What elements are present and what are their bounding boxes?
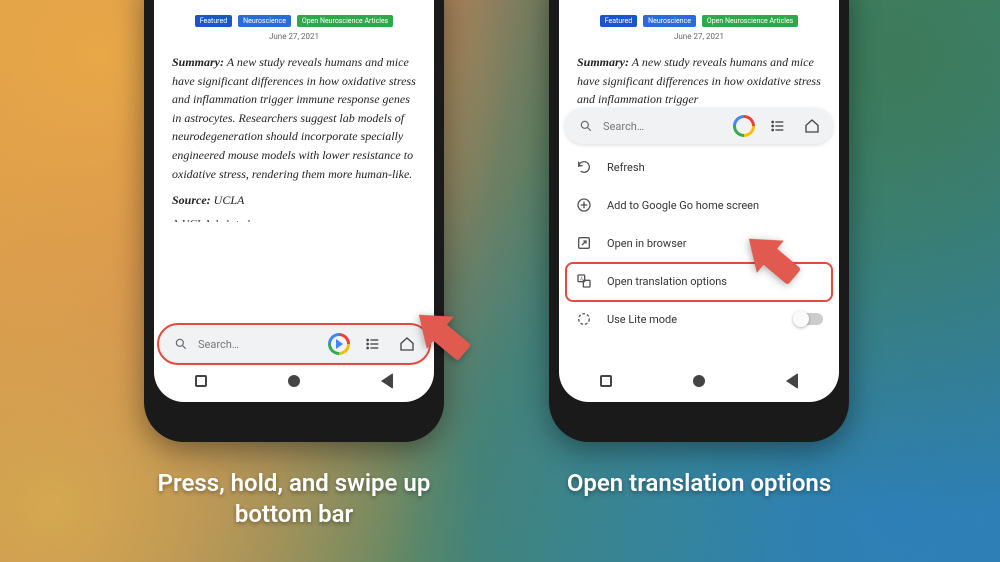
article-summary: Summary: A new study reveals humans and … <box>559 49 839 109</box>
phone-mockup-right: Research Featured Neuroscience Open Neur… <box>549 0 849 442</box>
menu-label: Open translation options <box>607 275 727 288</box>
menu-label: Add to Google Go home screen <box>607 199 759 212</box>
phone-mockup-left: Research Featured Neuroscience Open Neur… <box>144 0 444 442</box>
list-icon[interactable] <box>767 115 789 137</box>
bottom-bar[interactable]: Search… <box>160 326 428 362</box>
nav-back-icon[interactable] <box>381 373 393 389</box>
bottom-bar[interactable]: Search… <box>565 108 833 144</box>
android-nav-bar <box>154 368 434 394</box>
article-title: Research <box>154 0 434 8</box>
tag-row: Featured Neuroscience Open Neuroscience … <box>559 8 839 29</box>
search-pill[interactable]: Search… <box>170 333 316 355</box>
list-icon[interactable] <box>362 333 384 355</box>
summary-label: Summary: <box>172 55 224 69</box>
screen-right: Research Featured Neuroscience Open Neur… <box>559 0 839 402</box>
nav-recents-icon[interactable] <box>195 375 207 387</box>
search-icon <box>170 333 192 355</box>
menu-item-lite-mode[interactable]: Use Lite mode <box>559 300 839 338</box>
article-next-line: A UCLA-led study… <box>154 208 434 222</box>
tag-open-articles[interactable]: Open Neuroscience Articles <box>297 15 393 27</box>
source-value: UCLA <box>211 193 245 207</box>
home-icon[interactable] <box>801 115 823 137</box>
lite-mode-icon <box>575 310 593 328</box>
tag-featured[interactable]: Featured <box>195 15 232 27</box>
article-summary: Summary: A new study reveals humans and … <box>154 49 434 183</box>
menu-label: Open in browser <box>607 237 686 250</box>
tag-open-articles[interactable]: Open Neuroscience Articles <box>702 15 798 27</box>
tag-row: Featured Neuroscience Open Neuroscience … <box>154 8 434 29</box>
tag-neuroscience[interactable]: Neuroscience <box>238 15 291 27</box>
screen-left: Research Featured Neuroscience Open Neur… <box>154 0 434 402</box>
menu-label: Refresh <box>607 161 645 174</box>
article-date: June 27, 2021 <box>559 29 839 49</box>
lite-mode-toggle[interactable] <box>795 313 823 325</box>
article-source: Source: UCLA <box>154 183 434 208</box>
nav-home-icon[interactable] <box>288 375 300 387</box>
caption-right: Open translation options <box>549 468 849 499</box>
menu-item-refresh[interactable]: Refresh <box>559 148 839 186</box>
tag-neuroscience[interactable]: Neuroscience <box>643 15 696 27</box>
svg-text:A: A <box>580 276 583 282</box>
summary-label: Summary: <box>577 55 629 69</box>
google-go-icon[interactable] <box>733 115 755 137</box>
android-nav-bar <box>559 368 839 394</box>
tag-featured[interactable]: Featured <box>600 15 637 27</box>
menu-label: Use Lite mode <box>607 313 677 326</box>
search-placeholder: Search… <box>603 120 644 133</box>
google-go-icon[interactable] <box>328 333 350 355</box>
nav-home-icon[interactable] <box>693 375 705 387</box>
nav-recents-icon[interactable] <box>600 375 612 387</box>
open-external-icon <box>575 234 593 252</box>
refresh-icon <box>575 158 593 176</box>
search-placeholder: Search… <box>198 338 239 351</box>
search-icon <box>575 115 597 137</box>
article-title: Research <box>559 0 839 8</box>
translate-icon: A <box>575 272 593 290</box>
add-circle-icon <box>575 196 593 214</box>
search-pill[interactable]: Search… <box>575 115 721 137</box>
nav-back-icon[interactable] <box>786 373 798 389</box>
article-date: June 27, 2021 <box>154 29 434 49</box>
menu-item-add-home[interactable]: Add to Google Go home screen <box>559 186 839 224</box>
summary-text: A new study reveals humans and mice have… <box>172 55 416 181</box>
caption-left: Press, hold, and swipe up bottom bar <box>144 468 444 530</box>
source-label: Source: <box>172 193 211 207</box>
